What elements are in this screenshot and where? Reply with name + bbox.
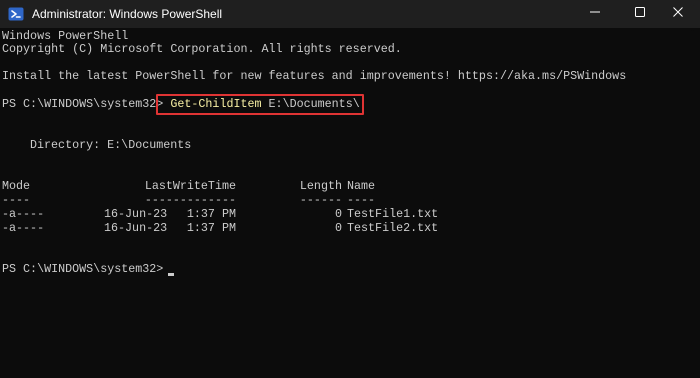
row1-date: 16-Jun-23 <box>104 207 168 221</box>
row1-length: 0 <box>334 207 342 221</box>
separator-length: ------ <box>299 193 342 207</box>
minimize-button[interactable] <box>572 0 618 28</box>
separator-lastwritetime: ------------- <box>144 193 236 207</box>
window-title: Administrator: Windows PowerShell <box>32 7 223 21</box>
separator-mode: ---- <box>2 193 31 207</box>
header-name: Name <box>347 179 376 193</box>
maximize-icon <box>634 5 646 23</box>
prompt-line: PS C:\WINDOWS\system32> <box>2 262 164 276</box>
console-line-install-notice: Install the latest PowerShell for new fe… <box>2 69 627 83</box>
row2-length: 0 <box>334 221 342 235</box>
close-icon <box>672 5 684 23</box>
command-highlight-box <box>156 94 364 115</box>
minimize-icon <box>589 5 601 23</box>
scroll-thumb[interactable] <box>691 30 694 374</box>
row1-name: TestFile1.txt <box>347 207 439 221</box>
close-button[interactable] <box>656 0 700 28</box>
header-mode: Mode <box>2 179 31 193</box>
row2-date: 16-Jun-23 <box>104 221 168 235</box>
text-cursor <box>168 273 174 276</box>
header-lastwritetime: LastWriteTime <box>144 179 236 193</box>
title-bar[interactable]: Administrator: Windows PowerShell <box>0 0 700 28</box>
row1-mode: -a---- <box>2 207 45 221</box>
directory-label: Directory: E:\Documents <box>30 138 192 152</box>
row2-name: TestFile2.txt <box>347 221 439 235</box>
powershell-window: Administrator: Windows PowerShell Window… <box>0 0 700 378</box>
console-output[interactable]: Windows PowerShell Copyright (C) Microso… <box>0 28 686 378</box>
powershell-icon <box>8 6 24 22</box>
console-line-copyright: Copyright (C) Microsoft Corporation. All… <box>2 42 402 56</box>
row2-mode: -a---- <box>2 221 45 235</box>
separator-name: ---- <box>347 193 376 207</box>
prompt-text: PS C:\WINDOWS\system32> <box>2 97 164 111</box>
row2-time: 1:37 PM <box>186 221 236 235</box>
scrollbar[interactable] <box>686 28 700 378</box>
row1-time: 1:37 PM <box>186 207 236 221</box>
header-length: Length <box>299 179 342 193</box>
